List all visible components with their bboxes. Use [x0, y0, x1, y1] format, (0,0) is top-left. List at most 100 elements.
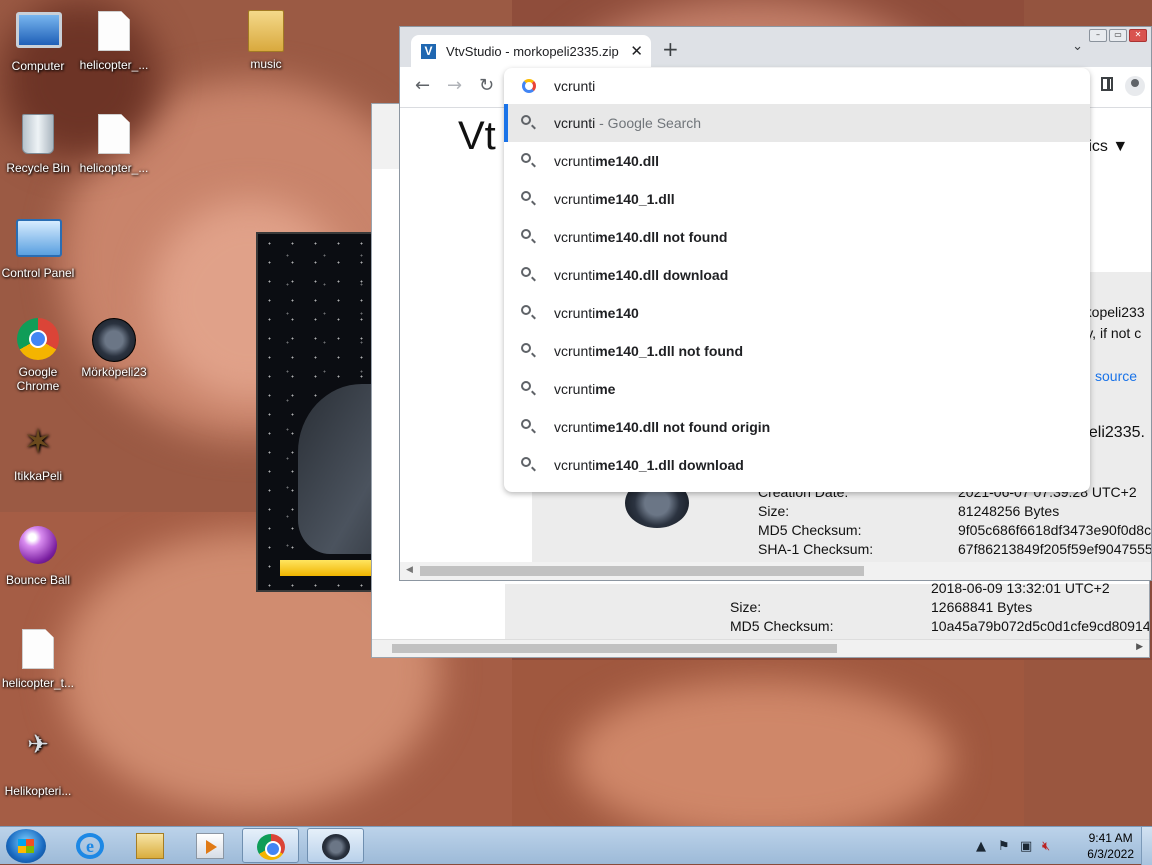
- suggestion-text: vcruntime140_1.dll download: [554, 457, 744, 473]
- helicopter-icon: ✈: [27, 729, 49, 759]
- tab-strip: V VtvStudio - morkopeli2335.zip ✕ + ⌄ – …: [400, 27, 1151, 67]
- computer-icon: [16, 12, 62, 48]
- desktop-icon-label: Helikopteri...: [4, 784, 72, 798]
- suggestion-item[interactable]: vcruntime140.dll not found origin: [504, 408, 1090, 446]
- reload-icon[interactable]: ↻: [479, 76, 494, 96]
- close-window-button[interactable]: ✕: [1129, 29, 1147, 42]
- address-bar-input[interactable]: [554, 74, 1054, 98]
- suggestion-completion: me140.dll download: [595, 267, 729, 283]
- suggestion-item[interactable]: vcruntime140_1.dll download: [504, 446, 1090, 484]
- side-panel-icon[interactable]: [1101, 77, 1113, 91]
- tab-search-chevron-icon[interactable]: ⌄: [1072, 39, 1083, 54]
- desktop-icon-label: Google Chrome: [16, 365, 60, 393]
- suggestion-typed: vcrunti: [554, 419, 596, 435]
- suggestion-item[interactable]: vcrunti - Google Search: [504, 104, 1090, 142]
- horizontal-scrollbar[interactable]: ◀: [400, 562, 1151, 580]
- size-value: 81248256 Bytes: [958, 503, 1060, 519]
- suggestion-completion: me140_1.dll download: [595, 457, 744, 473]
- scroll-left-icon[interactable]: ◀: [406, 565, 413, 575]
- folder-icon: [136, 833, 164, 859]
- action-center-flag-icon[interactable]: ⚑: [998, 839, 1010, 854]
- network-icon[interactable]: ▣: [1020, 839, 1032, 854]
- suggestion-completion: me140_1.dll not found: [595, 343, 744, 359]
- source-link[interactable]: source: [1095, 368, 1137, 384]
- maximize-button[interactable]: ▭: [1109, 29, 1127, 42]
- vtvstudio-logo[interactable]: Vt: [458, 114, 496, 159]
- desktop-icon-helikopteri[interactable]: ✈ Helikopteri...: [0, 729, 76, 798]
- selection-indicator: [504, 104, 508, 142]
- suggestion-typed: vcrunti: [554, 153, 596, 169]
- desktop-icon-helicopter-file-2[interactable]: helicopter_...: [76, 111, 152, 175]
- taskbar-google-chrome[interactable]: [242, 828, 299, 863]
- desktop-icon-helicopter-file-3[interactable]: helicopter_t...: [0, 626, 76, 690]
- tab-title: VtvStudio - morkopeli2335.zip: [446, 44, 619, 59]
- suggestion-typed: vcrunti: [554, 381, 596, 397]
- md5-label: MD5 Checksum:: [758, 522, 862, 538]
- suggestion-item[interactable]: vcruntime140_1.dll not found: [504, 332, 1090, 370]
- desktop-icon-helicopter-file-1[interactable]: helicopter_...: [76, 8, 152, 72]
- taskbar-file-explorer[interactable]: [122, 828, 179, 863]
- show-desktop-button[interactable]: [1141, 827, 1152, 865]
- profile-avatar-icon[interactable]: [1125, 76, 1145, 96]
- desktop-icon-label: helicopter_...: [79, 58, 149, 72]
- suggestion-typed: vcrunti: [554, 267, 596, 283]
- document-icon: [98, 11, 130, 51]
- suggestion-item[interactable]: vcruntime140.dll: [504, 142, 1090, 180]
- horizontal-scrollbar[interactable]: ▶: [372, 639, 1149, 657]
- clock[interactable]: 9:41 AM 6/3/2022: [1087, 830, 1134, 862]
- taskbar-media-player[interactable]: [182, 828, 239, 863]
- desktop-icon-control-panel[interactable]: Control Panel: [0, 214, 76, 280]
- suggestion-text: vcruntime140_1.dll: [554, 191, 675, 207]
- tab-vtvstudio[interactable]: V VtvStudio - morkopeli2335.zip ✕: [411, 35, 651, 67]
- suggestion-item[interactable]: vcruntime140.dll not found: [504, 218, 1090, 256]
- suggestion-text: vcruntime: [554, 381, 615, 397]
- suggestion-item[interactable]: vcruntime140: [504, 294, 1090, 332]
- morkopeli-icon: [92, 318, 136, 362]
- sha1-label: SHA-1 Checksum:: [758, 541, 874, 557]
- suggestion-text: vcruntime140.dll not found origin: [554, 419, 770, 435]
- taskbar-morkopeli[interactable]: [307, 828, 364, 863]
- document-icon: [22, 629, 54, 669]
- scroll-right-icon[interactable]: ▶: [1136, 642, 1143, 652]
- omnibox-dropdown: vcrunti - Google Searchvcruntime140.dllv…: [504, 68, 1090, 492]
- search-icon: [521, 381, 531, 391]
- suggestion-completion: me140.dll not found: [595, 229, 728, 245]
- suggestion-item[interactable]: vcruntime: [504, 370, 1090, 408]
- suggestion-completion: me140.dll not found origin: [595, 419, 771, 435]
- suggestion-item[interactable]: vcruntime140_1.dll: [504, 180, 1090, 218]
- taskbar-internet-explorer[interactable]: e: [62, 828, 119, 863]
- desktop-icon-morkopeli[interactable]: Mörköpeli23: [76, 317, 152, 379]
- scrollbar-thumb[interactable]: [392, 644, 837, 653]
- desktop-icon-label: Recycle Bin: [6, 161, 70, 175]
- new-tab-button[interactable]: +: [662, 39, 679, 59]
- desktop-icon-recycle-bin[interactable]: Recycle Bin: [0, 111, 76, 175]
- desktop-icon-label: Computer: [11, 59, 65, 73]
- suggestion-item[interactable]: vcruntime140.dll download: [504, 256, 1090, 294]
- back-arrow-icon[interactable]: ←: [415, 76, 430, 96]
- desktop-icon-itikkapeli[interactable]: ✶ ItikkaPeli: [0, 420, 76, 483]
- desktop-icon-music[interactable]: music: [228, 8, 304, 71]
- search-icon: [521, 305, 531, 315]
- search-icon: [521, 267, 531, 277]
- md5-value: 9f05c686f6618df3473e90f0d8c8: [958, 522, 1152, 538]
- suggestion-typed: vcrunti: [554, 191, 596, 207]
- google-icon: [522, 79, 536, 93]
- forward-arrow-icon[interactable]: →: [447, 76, 462, 96]
- suggestion-description: - Google Search: [595, 115, 702, 131]
- desktop-icon-bounce-ball[interactable]: Bounce Ball: [0, 523, 76, 587]
- desktop-icon-computer[interactable]: Computer: [0, 8, 76, 73]
- desktop-icon-label: helicopter_...: [79, 161, 149, 175]
- scrollbar-thumb[interactable]: [420, 566, 864, 576]
- search-icon: [521, 457, 531, 467]
- desktop-icon-google-chrome[interactable]: Google Chrome: [0, 317, 76, 393]
- close-tab-icon[interactable]: ✕: [630, 42, 643, 60]
- show-hidden-icons-icon[interactable]: ▲: [976, 839, 986, 854]
- volume-muted-icon[interactable]: 🔇︎: [1042, 839, 1050, 854]
- last-updated-value: 2018-06-09 13:32:01 UTC+2: [931, 580, 1110, 596]
- ball-icon: [19, 526, 57, 564]
- mosquito-icon: ✶: [23, 423, 53, 461]
- search-icon: [521, 229, 531, 239]
- start-button[interactable]: [6, 829, 46, 863]
- minimize-button[interactable]: –: [1089, 29, 1107, 42]
- suggestion-text: vcruntime140: [554, 305, 639, 321]
